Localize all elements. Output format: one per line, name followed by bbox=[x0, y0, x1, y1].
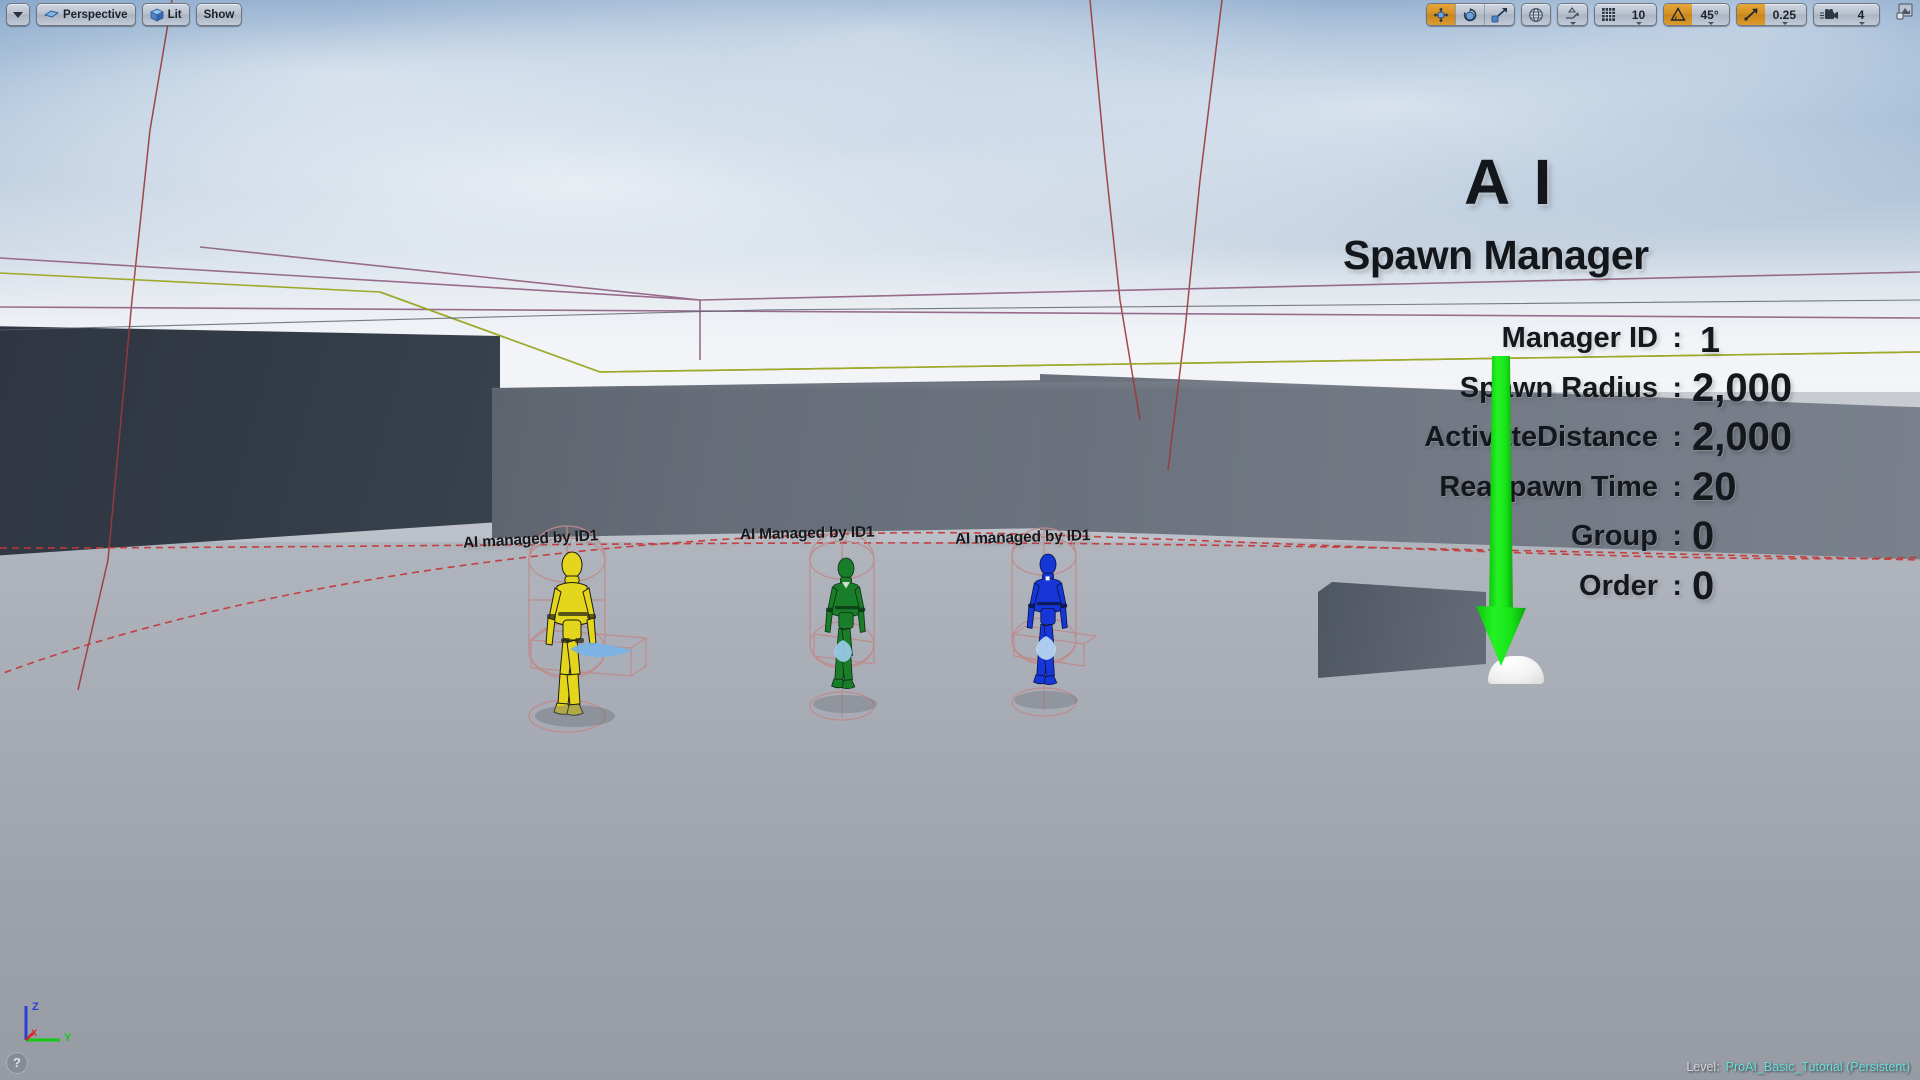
angle-snap-group: 45° bbox=[1663, 3, 1730, 26]
grid-snap-group: 10 bbox=[1594, 3, 1658, 26]
world-space-toggle[interactable] bbox=[1522, 4, 1550, 25]
property-colon: : bbox=[1672, 322, 1682, 354]
rotate-gizmo-icon bbox=[1464, 7, 1477, 21]
property-key: Group bbox=[1571, 520, 1658, 552]
ai-character-green[interactable] bbox=[818, 550, 874, 702]
hud-title-primary: A I bbox=[1464, 146, 1556, 218]
level-status-bar: Level: ProAI_Basic_Tutorial (Persistent) bbox=[1686, 1060, 1910, 1074]
grid-snap-value-button[interactable]: 10 bbox=[1622, 4, 1656, 25]
show-flags-label: Show bbox=[203, 8, 235, 21]
axis-label-x: X bbox=[31, 1028, 37, 1038]
transform-mode-group bbox=[1426, 3, 1516, 26]
surface-snapping-toggle[interactable] bbox=[1558, 4, 1587, 25]
property-value: 2,000 bbox=[1692, 365, 1793, 410]
axis-orientation-gizmo: Z Y X bbox=[14, 996, 74, 1046]
view-mode-label: Perspective bbox=[63, 8, 128, 21]
weapon-green bbox=[832, 638, 856, 664]
property-value: 1 bbox=[1700, 319, 1721, 360]
view-mode-perspective-button[interactable]: Perspective bbox=[37, 4, 135, 25]
show-flags-button[interactable]: Show bbox=[197, 4, 242, 25]
ai-label-green: AI Managed by ID1 bbox=[739, 523, 875, 544]
angle-snap-toggle[interactable] bbox=[1664, 4, 1693, 25]
rotate-mode-button[interactable] bbox=[1455, 4, 1484, 25]
perspective-icon bbox=[44, 10, 59, 18]
viewport-options-group bbox=[6, 3, 30, 26]
cube-icon bbox=[149, 8, 164, 22]
weapon-yellow bbox=[568, 636, 634, 662]
axis-label-z: Z bbox=[32, 1001, 39, 1013]
chevron-down-icon bbox=[13, 11, 23, 18]
scale-mode-button[interactable] bbox=[1484, 4, 1514, 25]
hud-title-secondary: Spawn Manager bbox=[1343, 232, 1649, 278]
property-colon: : bbox=[1672, 371, 1682, 404]
property-colon: : bbox=[1672, 421, 1682, 453]
camera-speed-group: 4 bbox=[1813, 3, 1880, 26]
maximize-viewport-button[interactable] bbox=[1896, 3, 1914, 26]
level-status-name: ProAI_Basic_Tutorial (Persistent) bbox=[1725, 1060, 1910, 1074]
weapon-blue bbox=[1034, 634, 1060, 662]
level-status-prefix: Level: bbox=[1686, 1060, 1720, 1074]
grid-snap-value: 10 bbox=[1631, 7, 1646, 22]
ai-label-blue: AI managed by ID1 bbox=[954, 527, 1091, 548]
maximize-icon bbox=[1896, 3, 1913, 20]
axis-label-y: Y bbox=[64, 1032, 72, 1044]
viewport-options-button[interactable] bbox=[7, 4, 29, 25]
scale-snap-group: 0.25 bbox=[1735, 3, 1807, 26]
chevron-down-icon bbox=[1636, 22, 1643, 25]
globe-icon bbox=[1529, 7, 1544, 22]
scale-snap-arrow-icon bbox=[1744, 8, 1758, 21]
show-flags-group: Show bbox=[195, 3, 243, 26]
property-colon: : bbox=[1672, 470, 1682, 503]
property-key: Manager ID bbox=[1501, 322, 1658, 354]
viewport-toolbar-left: Perspective Lit Show bbox=[6, 3, 243, 26]
camera-speed-button[interactable] bbox=[1814, 4, 1845, 25]
property-key: Order bbox=[1579, 569, 1658, 602]
surface-snap-group bbox=[1557, 3, 1589, 26]
chevron-down-icon bbox=[1707, 22, 1714, 25]
translate-mode-button[interactable] bbox=[1427, 4, 1456, 25]
chevron-down-icon bbox=[1859, 22, 1865, 25]
angle-icon bbox=[1670, 7, 1687, 21]
property-value: 0 bbox=[1692, 563, 1715, 608]
scale-snap-toggle[interactable] bbox=[1736, 4, 1765, 25]
angle-snap-value-button[interactable]: 45° bbox=[1692, 4, 1728, 25]
angle-snap-value: 45° bbox=[1700, 7, 1719, 22]
level-viewport[interactable]: AI managed by ID1 AI Managed by ID1 AI m… bbox=[0, 0, 1920, 1080]
camera-speed-value-button[interactable]: 4 bbox=[1845, 4, 1879, 25]
view-mode-group: Lit bbox=[141, 3, 190, 26]
chevron-down-icon bbox=[1782, 22, 1789, 25]
camera-icon bbox=[1820, 8, 1838, 19]
surface-snap-icon bbox=[1566, 6, 1580, 19]
property-value: 0 bbox=[1692, 514, 1715, 558]
view-mode-lit-button[interactable]: Lit bbox=[143, 4, 189, 25]
grid-icon bbox=[1602, 8, 1616, 21]
scale-gizmo-icon bbox=[1492, 7, 1508, 22]
viewport-toolbar-right: 10 45° 0.25 4 bbox=[1426, 3, 1914, 26]
scale-snap-value: 0.25 bbox=[1772, 7, 1796, 22]
property-colon: : bbox=[1672, 569, 1682, 602]
move-gizmo-icon bbox=[1433, 7, 1449, 22]
camera-speed-value: 4 bbox=[1857, 7, 1865, 22]
property-value: 2,000 bbox=[1692, 415, 1793, 459]
camera-mode-group: Perspective bbox=[36, 3, 136, 26]
scale-snap-value-button[interactable]: 0.25 bbox=[1765, 4, 1806, 25]
property-colon: : bbox=[1672, 520, 1682, 552]
ai-character-blue[interactable] bbox=[1020, 546, 1076, 698]
spawn-direction-arrow[interactable] bbox=[1460, 356, 1550, 696]
coordinate-system-group bbox=[1521, 3, 1552, 26]
property-value: 20 bbox=[1692, 464, 1737, 509]
view-mode-lit-label: Lit bbox=[167, 8, 182, 21]
chevron-down-icon bbox=[1569, 22, 1576, 25]
grid-snap-toggle[interactable] bbox=[1595, 4, 1622, 25]
viewport-help-button[interactable]: ? bbox=[6, 1052, 28, 1074]
